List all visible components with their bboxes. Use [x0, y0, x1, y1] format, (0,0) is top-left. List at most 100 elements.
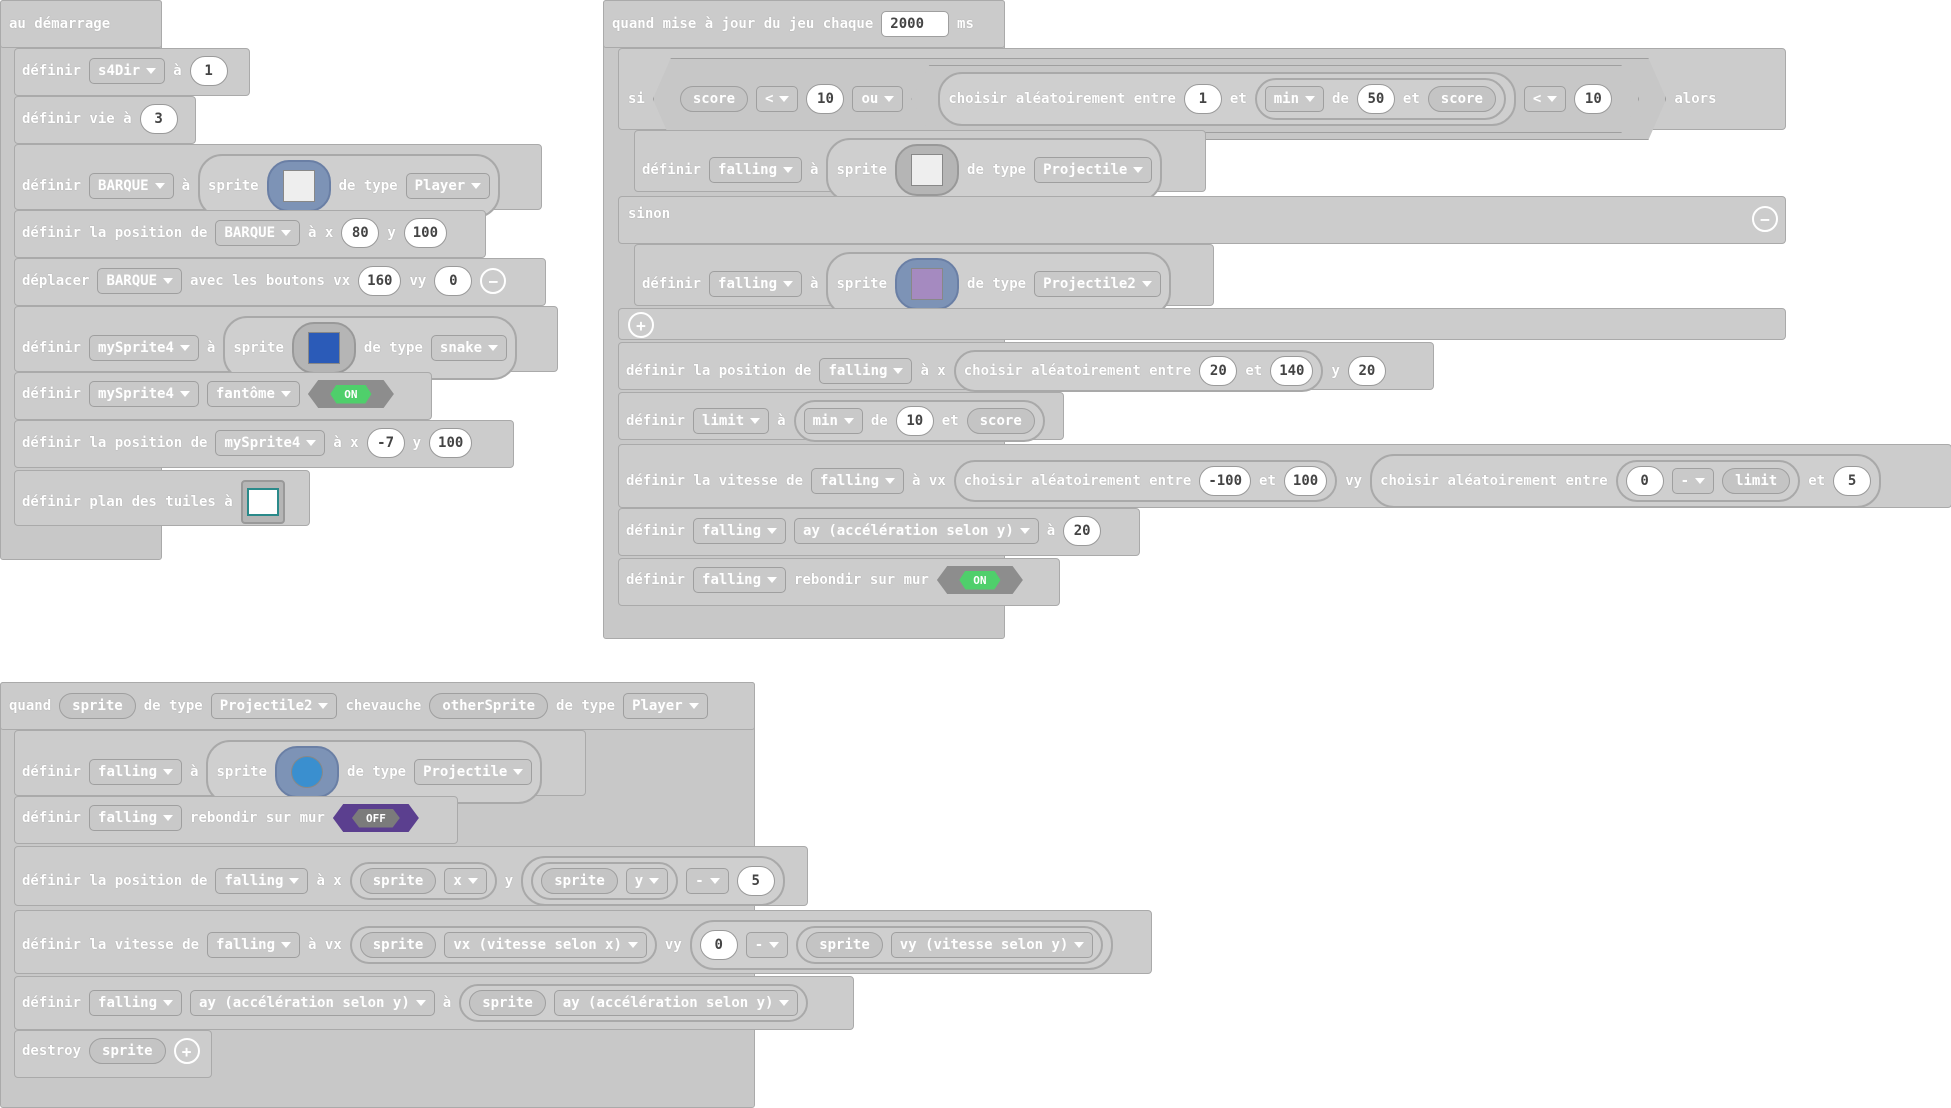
y-input[interactable]: 100	[403, 218, 448, 248]
number-input[interactable]: 20	[1199, 356, 1238, 386]
sprite-variable[interactable]: sprite	[806, 932, 883, 958]
vx-input[interactable]: 160	[358, 266, 402, 296]
sprite-image-picker[interactable]	[266, 160, 331, 212]
number-input[interactable]: 100	[1283, 466, 1328, 496]
vy-input[interactable]: 0	[434, 266, 473, 296]
kind-dropdown[interactable]: Projectile2	[1034, 271, 1161, 297]
operator-dropdown[interactable]: <	[756, 86, 798, 112]
bounce-toggle[interactable]: ON	[936, 566, 1023, 594]
number-input[interactable]: 20	[1063, 516, 1102, 546]
operator-dropdown[interactable]: -	[686, 868, 729, 894]
sprite-variable[interactable]: sprite	[541, 868, 618, 894]
kind-dropdown[interactable]: Projectile	[1034, 157, 1153, 183]
y-property-dropdown[interactable]: y	[625, 868, 669, 894]
globe-sprite-icon	[291, 756, 324, 788]
variable-dropdown[interactable]: mySprite4	[89, 335, 199, 361]
variable-dropdown[interactable]: mySprite4	[215, 430, 326, 456]
sprite-image-picker[interactable]	[895, 258, 960, 310]
number-input[interactable]: -100	[1199, 466, 1252, 496]
or-condition[interactable]: score < 10 ou choisir aléatoirement entr…	[653, 58, 1667, 140]
x-property-dropdown[interactable]: x	[444, 868, 487, 894]
sprite-image-picker[interactable]	[895, 144, 960, 196]
sprite-image-picker[interactable]	[275, 746, 340, 798]
number-input[interactable]: 0	[1625, 466, 1664, 496]
variable-dropdown[interactable]: falling	[693, 518, 787, 544]
sprite-variable[interactable]: sprite	[89, 1038, 166, 1064]
kind-dropdown[interactable]: Projectile2	[210, 693, 338, 719]
variable-dropdown[interactable]: BARQUE	[89, 173, 174, 199]
number-input[interactable]: 5	[1833, 466, 1872, 496]
score-variable[interactable]: score	[966, 408, 1035, 434]
variable-dropdown[interactable]: BARQUE	[215, 220, 301, 246]
minus-circle-icon[interactable]: −	[1752, 206, 1778, 232]
operator-dropdown[interactable]: <	[1524, 86, 1566, 112]
tilemap-picker[interactable]	[240, 480, 285, 524]
property-dropdown[interactable]: ay (accélération selon y)	[794, 518, 1039, 544]
sprite-variable[interactable]: sprite	[359, 868, 437, 894]
interval-dropdown[interactable]: 2000	[881, 11, 950, 37]
keyword: définir	[22, 386, 82, 402]
number-input[interactable]: 10	[1574, 84, 1612, 114]
number-input[interactable]: 10	[895, 406, 934, 436]
sprite-image-picker[interactable]	[291, 322, 356, 374]
other-sprite-variable[interactable]: otherSprite	[429, 693, 549, 719]
ghost-toggle[interactable]: ON	[307, 380, 394, 408]
number-input[interactable]: 1	[189, 56, 228, 86]
or-dropdown[interactable]: ou	[852, 86, 903, 112]
variable-dropdown[interactable]: falling	[207, 932, 301, 958]
number-input[interactable]: 5	[736, 866, 775, 896]
variable-dropdown[interactable]: BARQUE	[97, 268, 183, 294]
variable-dropdown[interactable]: falling	[89, 759, 183, 785]
variable-dropdown[interactable]: mySprite4	[89, 381, 199, 407]
number-input[interactable]: 1	[1184, 84, 1222, 114]
update-hat[interactable]: quand mise à jour du jeu chaque 2000 ms	[603, 0, 1005, 48]
variable-dropdown[interactable]: falling	[709, 271, 803, 297]
sprite-variable[interactable]: sprite	[59, 693, 136, 719]
on-start-hat[interactable]: au démarrage	[0, 0, 162, 48]
number-input[interactable]: 140	[1270, 356, 1314, 386]
variable-dropdown[interactable]: falling	[709, 157, 803, 183]
min-dropdown[interactable]: min	[803, 408, 863, 434]
variable-dropdown[interactable]: falling	[89, 805, 183, 831]
property-dropdown[interactable]: ay (accélération selon y)	[190, 990, 435, 1016]
plus-circle-icon[interactable]: +	[628, 312, 654, 338]
variable-dropdown[interactable]: falling	[693, 567, 787, 593]
compare-condition[interactable]: choisir aléatoirement entre 1 et min de …	[911, 65, 1639, 133]
operator-dropdown[interactable]: -	[1671, 468, 1715, 494]
plus-circle-icon[interactable]: +	[173, 1038, 200, 1064]
sprite-variable[interactable]: sprite	[359, 932, 437, 958]
operator-dropdown[interactable]: -	[745, 932, 789, 958]
y-input[interactable]: 100	[429, 428, 473, 458]
score-variable[interactable]: score	[680, 86, 748, 112]
minus-circle-icon[interactable]: −	[480, 268, 507, 294]
variable-dropdown[interactable]: falling	[215, 868, 309, 894]
variable-dropdown[interactable]: falling	[89, 990, 183, 1016]
x-input[interactable]: -7	[366, 428, 405, 458]
number-input[interactable]: 0	[699, 930, 738, 960]
variable-dropdown[interactable]: limit	[693, 408, 770, 434]
bounce-toggle[interactable]: OFF	[332, 804, 419, 832]
variable-dropdown[interactable]: falling	[819, 358, 913, 384]
kind-dropdown[interactable]: Projectile	[414, 759, 533, 785]
else-block[interactable]	[618, 196, 1786, 244]
keyword: destroy	[22, 1043, 82, 1059]
y-input[interactable]: 20	[1347, 356, 1386, 386]
property-dropdown[interactable]: fantôme	[206, 381, 300, 407]
number-input[interactable]: 50	[1357, 84, 1395, 114]
variable-dropdown[interactable]: s4Dir	[89, 58, 166, 84]
number-input[interactable]: 10	[806, 84, 844, 114]
limit-variable[interactable]: limit	[1722, 468, 1791, 494]
variable-dropdown[interactable]: falling	[811, 468, 905, 494]
kind-dropdown[interactable]: snake	[430, 335, 508, 361]
vy-property-dropdown[interactable]: vy (vitesse selon y)	[890, 932, 1094, 958]
property-dropdown[interactable]: ay (accélération selon y)	[553, 990, 799, 1016]
min-dropdown[interactable]: min	[1265, 86, 1324, 112]
sprite-variable[interactable]: sprite	[469, 990, 546, 1016]
kind-dropdown[interactable]: Player	[623, 693, 708, 719]
number-input[interactable]: 3	[139, 104, 178, 134]
vx-property-dropdown[interactable]: vx (vitesse selon x)	[444, 932, 647, 958]
x-input[interactable]: 80	[341, 218, 380, 248]
overlap-hat[interactable]: quand sprite de type Projectile2 chevauc…	[0, 682, 755, 730]
score-variable[interactable]: score	[1428, 86, 1496, 112]
kind-dropdown[interactable]: Player	[405, 173, 491, 199]
